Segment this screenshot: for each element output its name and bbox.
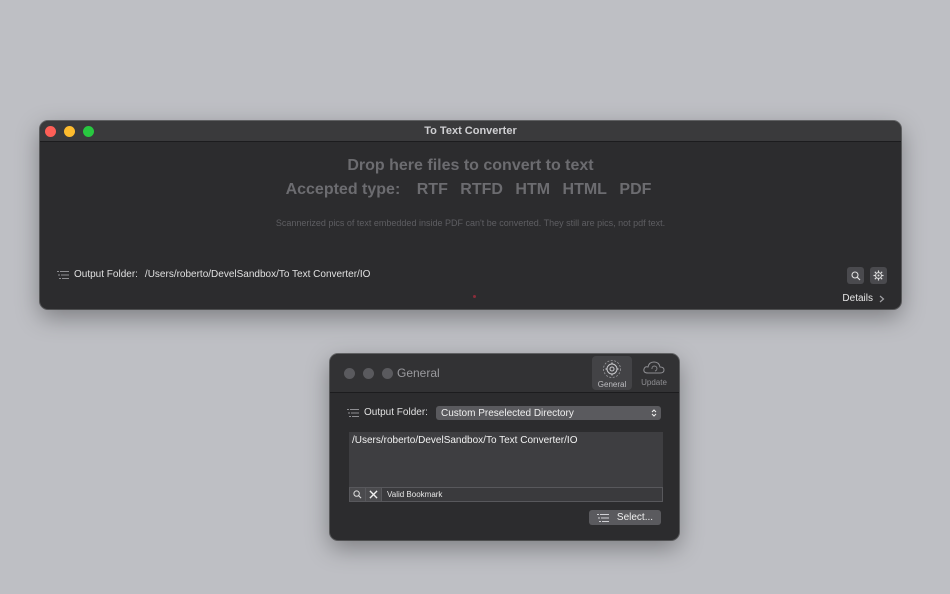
pref-title-bar[interactable]: General General Update <box>330 354 679 393</box>
popup-value: Custom Preselected Directory <box>441 407 574 419</box>
tab-update[interactable]: Update <box>634 356 674 390</box>
bookmark-bar: Valid Bookmark <box>349 487 663 502</box>
select-button[interactable]: Select... <box>589 510 661 525</box>
pref-close-button[interactable] <box>344 368 355 379</box>
path-text-area[interactable]: /Users/roberto/DevelSandbox/To Text Conv… <box>349 432 663 488</box>
pref-output-folder-label: Output Folder: <box>364 407 428 418</box>
path-text: /Users/roberto/DevelSandbox/To Text Conv… <box>352 435 578 446</box>
title-bar[interactable]: To Text Converter <box>40 121 901 142</box>
pref-traffic-lights <box>344 368 393 379</box>
output-folder-path: /Users/roberto/DevelSandbox/To Text Conv… <box>144 269 371 280</box>
settings-button[interactable] <box>870 267 887 284</box>
tab-general-label: General <box>597 380 627 389</box>
output-folder-label: Output Folder: <box>74 269 138 280</box>
type-pdf: PDF <box>619 181 652 198</box>
cloud-icon <box>643 361 665 374</box>
search-icon <box>850 270 860 280</box>
list-icon <box>57 270 69 279</box>
tab-update-label: Update <box>641 378 667 387</box>
pref-minimize-button[interactable] <box>363 368 374 379</box>
details-label: Details <box>842 293 873 304</box>
close-icon <box>369 490 378 499</box>
chevron-right-icon <box>879 295 885 302</box>
bookmark-status: Valid Bookmark <box>387 490 443 499</box>
clear-button[interactable] <box>366 488 382 501</box>
pdf-note: Scannerized pics of text embedded inside… <box>275 218 666 228</box>
pref-zoom-button[interactable] <box>382 368 393 379</box>
output-folder-row: Output Folder: /Users/roberto/DevelSandb… <box>57 269 370 280</box>
pref-output-folder-row: Output Folder: <box>347 407 428 418</box>
preferences-window: General General Update Output Folder: Cu… <box>330 354 679 540</box>
tab-general[interactable]: General <box>592 356 632 390</box>
type-rtf: RTF <box>416 181 448 198</box>
chevron-updown-icon <box>651 408 657 420</box>
accepted-types-label: Accepted type: <box>285 181 401 198</box>
list-icon <box>596 513 609 522</box>
pref-window-title: General <box>397 366 440 380</box>
status-dot <box>473 295 476 298</box>
type-rtfd: RTFD <box>460 181 503 198</box>
search-button[interactable] <box>847 267 864 284</box>
main-window: To Text Converter Drop here files to con… <box>40 121 901 309</box>
drop-zone-title: Drop here files to convert to text <box>347 157 594 174</box>
gear-icon <box>603 360 621 378</box>
type-html: HTML <box>562 181 607 198</box>
type-htm: HTM <box>515 181 551 198</box>
reveal-button[interactable] <box>350 488 366 501</box>
list-icon <box>347 408 359 417</box>
select-button-label: Select... <box>616 512 654 523</box>
window-title: To Text Converter <box>424 125 517 137</box>
accepted-types: Accepted type: RTF RTFD HTM HTML PDF <box>40 181 901 199</box>
details-button[interactable]: Details <box>842 293 885 304</box>
gear-icon <box>873 270 884 281</box>
search-icon <box>353 490 362 499</box>
output-folder-popup[interactable]: Custom Preselected Directory <box>436 406 661 420</box>
